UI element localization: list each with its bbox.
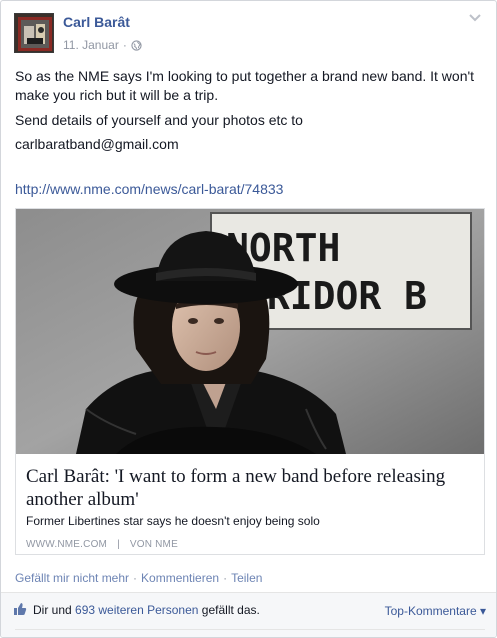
post-link[interactable]: http://www.nme.com/news/carl-barat/74833 (15, 180, 485, 199)
preview-source-separator: | (117, 539, 120, 550)
divider (15, 629, 485, 630)
thumbs-up-icon (14, 603, 27, 615)
email-text: carlbaratband@gmail.com (15, 136, 179, 152)
chevron-down-icon[interactable] (468, 13, 482, 23)
author-avatar[interactable] (14, 13, 54, 53)
top-comments-dropdown[interactable]: Top-Kommentare ▾ (385, 604, 486, 618)
action-separator: · (223, 571, 228, 585)
message-paragraph-1: So as the NME says I'm looking to put to… (15, 68, 475, 103)
post-meta: 11. Januar · (63, 38, 142, 52)
likes-summary: Dir und 693 weiteren Personen gefällt da… (33, 603, 260, 617)
link-preview-card[interactable]: NORTH RRIDOR B Carl Barât: 'I want to fo… (15, 208, 485, 555)
preview-by: VON NME (129, 539, 178, 550)
message-paragraph-2: Send details of yourself and your photos… (15, 112, 303, 128)
likes-prefix: Dir und (33, 603, 72, 617)
meta-separator: · (122, 38, 127, 52)
post-date[interactable]: 11. Januar (63, 38, 119, 52)
likes-others-link[interactable]: 693 weiteren Personen (75, 603, 198, 617)
preview-image[interactable]: NORTH RRIDOR B (16, 209, 484, 454)
globe-icon[interactable] (131, 39, 142, 51)
post-actions: Gefällt mir nicht mehr · Kommentieren · … (15, 571, 262, 585)
preview-domain: WWW.NME.COM (26, 539, 108, 550)
likes-bar: Dir und 693 weiteren Personen gefällt da… (1, 592, 496, 637)
share-button[interactable]: Teilen (231, 571, 262, 585)
likes-suffix: gefällt das. (201, 603, 260, 617)
unlike-button[interactable]: Gefällt mir nicht mehr (15, 571, 129, 585)
author-name[interactable]: Carl Barât (63, 14, 130, 30)
preview-title[interactable]: Carl Barât: 'I want to form a new band b… (26, 465, 476, 511)
preview-description: Former Libertines star says he doesn't e… (26, 514, 320, 528)
facebook-post: Carl Barât 11. Januar · So as the NME sa… (0, 0, 497, 638)
comment-button[interactable]: Kommentieren (141, 571, 219, 585)
action-separator: · (133, 571, 138, 585)
preview-source: WWW.NME.COM | VON NME (26, 539, 178, 550)
